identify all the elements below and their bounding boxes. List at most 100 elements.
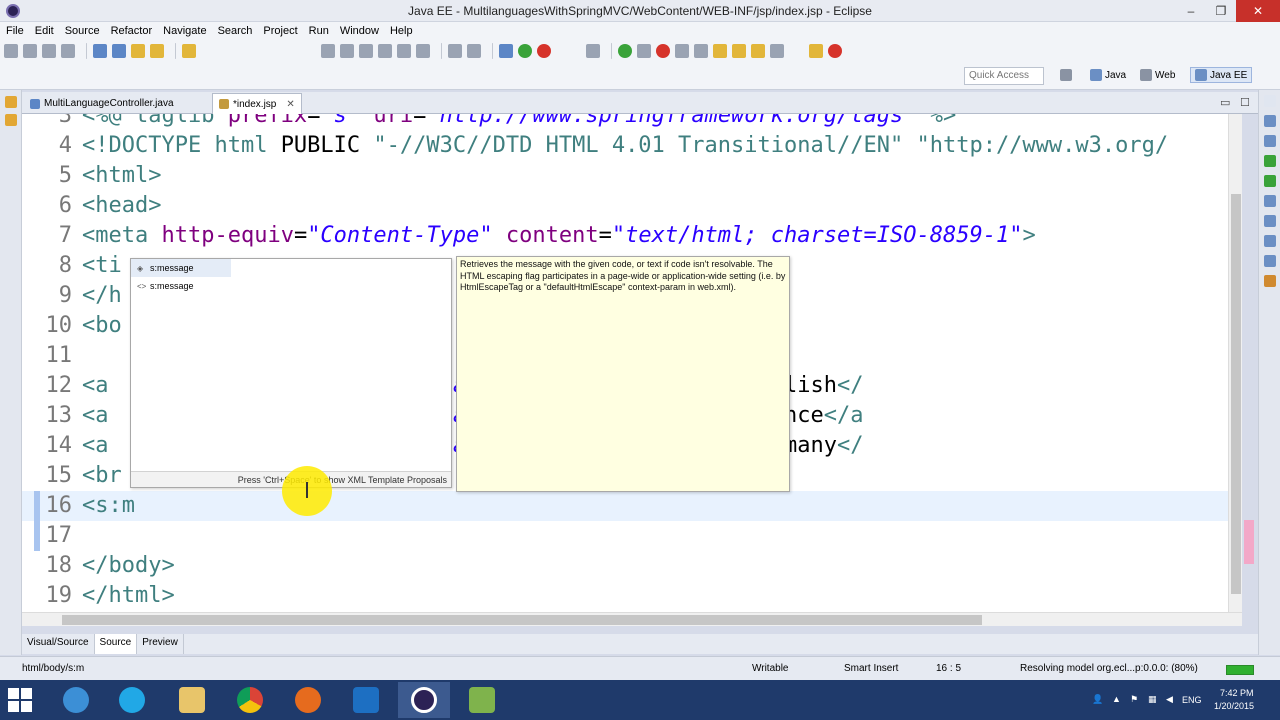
windows-start-icon[interactable] xyxy=(8,688,34,714)
code-line[interactable]: 17 xyxy=(22,521,1242,551)
tab-index-jsp[interactable]: *index.jsp ✕ xyxy=(212,93,302,114)
tray-date[interactable]: 1/20/2015 xyxy=(1214,701,1254,711)
taskbar-explorer[interactable] xyxy=(166,682,218,718)
perspective-web[interactable]: Web xyxy=(1140,69,1175,81)
code-line[interactable]: 4 <!DOCTYPE html PUBLIC "-//W3C//DTD HTML… xyxy=(22,131,1242,161)
console-icon[interactable] xyxy=(1264,235,1276,247)
code-line[interactable]: 5 <html> xyxy=(22,161,1242,191)
stop-server-icon[interactable] xyxy=(656,44,670,58)
quick-access-input[interactable]: Quick Access xyxy=(964,67,1044,85)
server-icon[interactable] xyxy=(93,44,107,58)
scroll-thumb[interactable] xyxy=(62,615,982,625)
problems-icon[interactable] xyxy=(1264,255,1276,267)
minimize-editor-icon[interactable]: ▭ xyxy=(1220,96,1230,109)
package-explorer-icon[interactable] xyxy=(5,114,17,126)
mark-occurrences-icon[interactable] xyxy=(467,44,481,58)
tab-source[interactable]: Source xyxy=(94,634,138,654)
code-line[interactable]: 19 </html> xyxy=(22,581,1242,611)
outline-icon[interactable] xyxy=(1264,115,1276,127)
menu-search[interactable]: Search xyxy=(218,25,253,37)
menu-project[interactable]: Project xyxy=(263,25,297,37)
perspective-java[interactable]: Java xyxy=(1090,69,1126,81)
servers-icon[interactable] xyxy=(1264,175,1276,187)
tray-people-icon[interactable]: 👤 xyxy=(1092,694,1103,705)
scroll-thumb[interactable] xyxy=(1231,194,1241,594)
open-perspective-button[interactable] xyxy=(1060,69,1075,81)
tray-language[interactable]: ENG xyxy=(1182,695,1202,705)
run-icon[interactable] xyxy=(518,44,532,58)
tray-flag-icon[interactable]: ⚑ xyxy=(1130,694,1138,705)
taskbar-ie[interactable] xyxy=(50,682,102,718)
new-icon[interactable] xyxy=(4,44,18,58)
next-annotation-icon[interactable] xyxy=(713,44,727,58)
task-list-icon[interactable] xyxy=(1264,135,1276,147)
menu-refactor[interactable]: Refactor xyxy=(111,25,153,37)
proposal-item[interactable]: <> s:message xyxy=(131,277,451,295)
markers-icon[interactable] xyxy=(1264,155,1276,167)
perspective-java-ee[interactable]: Java EE xyxy=(1190,67,1253,83)
publish-icon[interactable] xyxy=(675,44,689,58)
tray-volume-icon[interactable]: ◀ xyxy=(1166,694,1173,705)
restore-button[interactable]: ❐ xyxy=(1206,0,1236,22)
close-tab-icon[interactable]: ✕ xyxy=(286,99,294,110)
editor-vertical-scrollbar[interactable] xyxy=(1228,114,1242,612)
proposal-item[interactable]: ◈ s:message xyxy=(131,259,231,277)
taskbar-eclipse[interactable] xyxy=(398,682,450,718)
taskbar-paint[interactable] xyxy=(456,682,508,718)
code-line[interactable]: 6 <head> xyxy=(22,191,1242,221)
tab-multilanguage-controller[interactable]: MultiLanguageController.java xyxy=(24,93,180,114)
code-line[interactable]: 18 </body> xyxy=(22,551,1242,581)
folder-icon[interactable] xyxy=(131,44,145,58)
step-into-icon[interactable] xyxy=(397,44,411,58)
refresh-icon[interactable] xyxy=(828,44,842,58)
tray-time[interactable]: 7:42 PM xyxy=(1220,688,1254,698)
print-icon[interactable] xyxy=(61,44,75,58)
taskbar-chrome[interactable] xyxy=(224,682,276,718)
step-icon[interactable] xyxy=(321,44,335,58)
search-view-icon[interactable] xyxy=(1264,275,1276,287)
progress-bar[interactable] xyxy=(1226,665,1254,675)
forward-icon[interactable] xyxy=(751,44,765,58)
menu-navigate[interactable]: Navigate xyxy=(163,25,206,37)
editor-horizontal-scrollbar[interactable] xyxy=(22,612,1242,626)
globe-icon[interactable] xyxy=(112,44,126,58)
menu-source[interactable]: Source xyxy=(65,25,100,37)
last-edit-icon[interactable] xyxy=(770,44,784,58)
code-line[interactable]: 7 <meta http-equiv="Content-Type" content… xyxy=(22,221,1242,251)
tray-chevron-icon[interactable]: ▲ xyxy=(1112,694,1121,704)
menu-help[interactable]: Help xyxy=(390,25,413,37)
menu-window[interactable]: Window xyxy=(340,25,379,37)
overview-ruler-marker[interactable] xyxy=(1244,520,1254,564)
tray-network-icon[interactable]: ▦ xyxy=(1148,694,1157,705)
toggle-breadcrumb-icon[interactable] xyxy=(448,44,462,58)
menu-run[interactable]: Run xyxy=(309,25,329,37)
external-tools-icon[interactable] xyxy=(537,44,551,58)
taskbar-outlook[interactable] xyxy=(340,682,392,718)
terminate-icon[interactable] xyxy=(359,44,373,58)
code-line[interactable]: 3 <%@ taglib prefix="s" uri="http://www.s… xyxy=(22,114,1242,131)
taskbar-skype[interactable] xyxy=(106,682,158,718)
tab-visual-source[interactable]: Visual/Source xyxy=(22,634,95,654)
pin-icon[interactable] xyxy=(586,44,600,58)
close-button[interactable]: ✕ xyxy=(1236,0,1280,22)
save-icon[interactable] xyxy=(23,44,37,58)
tab-preview[interactable]: Preview xyxy=(137,634,184,654)
wand-icon[interactable] xyxy=(809,44,823,58)
minimize-button[interactable]: ‒ xyxy=(1176,0,1206,22)
step-over-icon[interactable] xyxy=(416,44,430,58)
suspend-icon[interactable] xyxy=(340,44,354,58)
search-icon[interactable] xyxy=(182,44,196,58)
restore-right-icon[interactable] xyxy=(1264,95,1276,107)
restore-view-icon[interactable] xyxy=(5,96,17,108)
menu-file[interactable]: File xyxy=(6,25,24,37)
taskbar-firefox[interactable] xyxy=(282,682,334,718)
maximize-editor-icon[interactable]: ☐ xyxy=(1240,96,1250,109)
debug-server-icon[interactable] xyxy=(637,44,651,58)
code-line[interactable]: 16 <s:m xyxy=(22,491,1242,521)
save-all-icon[interactable] xyxy=(42,44,56,58)
start-server-icon[interactable] xyxy=(618,44,632,58)
data-source-icon[interactable] xyxy=(1264,195,1276,207)
debug-icon[interactable] xyxy=(499,44,513,58)
snippets-icon[interactable] xyxy=(1264,215,1276,227)
menu-edit[interactable]: Edit xyxy=(35,25,54,37)
